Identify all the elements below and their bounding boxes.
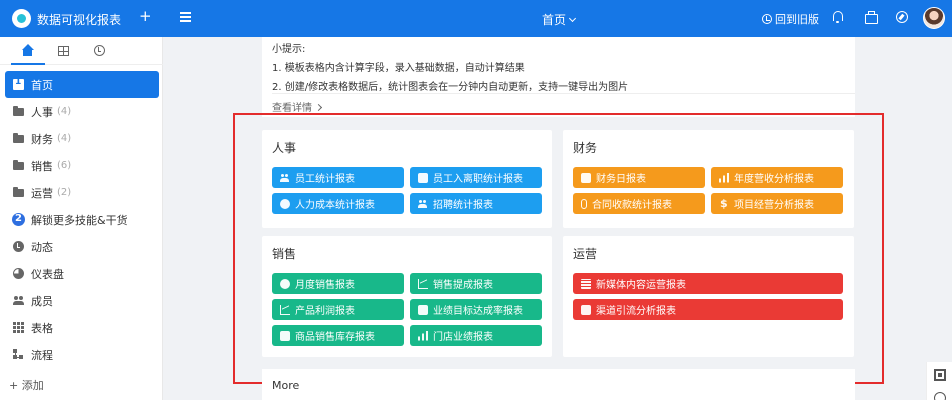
sidebar-item-unlock-skills[interactable]: 解锁更多技能&干货 — [5, 206, 159, 233]
floating-tools — [926, 362, 952, 400]
grid-icon[interactable] — [58, 46, 69, 56]
back-to-old-version-button[interactable]: 回到旧版 — [762, 11, 819, 27]
highlight-box — [233, 113, 884, 384]
sidebar-item-activity[interactable]: 动态 — [5, 233, 159, 260]
view-details-link[interactable]: 查看详情 — [272, 99, 323, 114]
sidebar-item-members[interactable]: 成员 — [5, 287, 159, 314]
more-section: More — [262, 369, 855, 400]
page-title: 首页 — [542, 13, 567, 27]
add-icon[interactable]: + — [139, 9, 152, 24]
flow-icon — [13, 349, 24, 360]
sidebar-item-sales[interactable]: 销售 (6) — [5, 152, 159, 179]
sidebar-item-finance[interactable]: 财务 (4) — [5, 125, 159, 152]
back-old-label: 回到旧版 — [775, 13, 819, 26]
sidebar-item-ops[interactable]: 运营 (2) — [5, 179, 159, 206]
users-icon — [13, 295, 24, 306]
app-title: 数据可视化报表 — [37, 13, 122, 27]
user-avatar[interactable] — [923, 7, 945, 29]
add-link[interactable]: + 添加 — [9, 377, 44, 393]
clock-icon[interactable] — [94, 45, 105, 56]
compass-icon[interactable] — [896, 11, 908, 23]
sidebar-item-dashboard[interactable]: 仪表盘 — [5, 260, 159, 287]
tips-line-1: 1. 模板表格内含计算字段，录入基础数据，自动计算结果 — [272, 63, 525, 74]
folder-icon — [13, 106, 24, 117]
qr-code-icon[interactable] — [934, 369, 946, 381]
sidebar-item-flow[interactable]: 流程 — [5, 341, 159, 368]
tips-line-2: 2. 创建/修改表格数据后，统计图表会在一分钟内自动更新，支持一键导出为图片 — [272, 82, 629, 93]
clock-icon — [13, 241, 24, 252]
menu-toggle-icon[interactable] — [180, 12, 191, 22]
page-title-dropdown[interactable]: 首页 — [542, 11, 577, 28]
tips-title: 小提示: — [272, 44, 306, 55]
chevron-right-icon — [314, 103, 323, 112]
sidebar-tabs — [0, 37, 163, 65]
divider — [272, 93, 855, 94]
chevron-down-icon — [568, 14, 577, 23]
sidebar-item-tables[interactable]: 表格 — [5, 314, 159, 341]
book-icon — [13, 77, 24, 90]
folder-icon — [13, 187, 24, 198]
home-icon[interactable] — [21, 44, 35, 57]
briefcase-icon[interactable] — [865, 11, 878, 24]
bell-icon[interactable] — [832, 11, 844, 23]
help-icon[interactable] — [934, 392, 946, 400]
more-title: More — [272, 379, 300, 392]
top-bar: 数据可视化报表 + 首页 回到旧版 — [0, 0, 952, 37]
number-badge-icon — [12, 213, 25, 226]
table-icon — [13, 322, 24, 333]
app-logo-icon — [12, 9, 31, 28]
tips-panel: 小提示: 1. 模板表格内含计算字段，录入基础数据，自动计算结果 2. 创建/修… — [262, 37, 855, 117]
folder-icon — [13, 160, 24, 171]
pie-chart-icon — [13, 268, 24, 279]
sidebar-item-home[interactable]: 首页 — [5, 71, 159, 98]
history-icon — [762, 14, 772, 24]
sidebar-item-hr[interactable]: 人事 (4) — [5, 98, 159, 125]
main-content: 小提示: 1. 模板表格内含计算字段，录入基础数据，自动计算结果 2. 创建/修… — [163, 37, 952, 400]
folder-icon — [13, 133, 24, 144]
sidebar: 首页 人事(4) 财务(4) 销售(6) 运营(2) 解锁更多技能&干货 动态 … — [0, 37, 163, 400]
active-tab-indicator — [11, 63, 45, 65]
